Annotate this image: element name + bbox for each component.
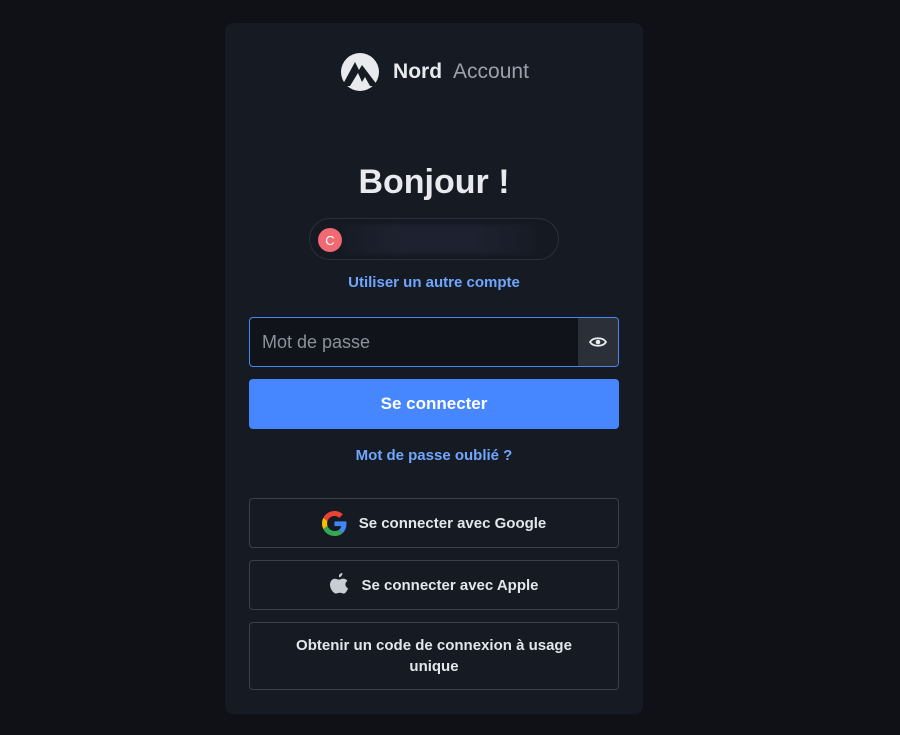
google-login-button[interactable]: Se connecter avec Google	[249, 498, 619, 548]
show-password-button[interactable]	[578, 318, 618, 366]
avatar: C	[318, 228, 342, 252]
one-time-code-button[interactable]: Obtenir un code de connexion à usage uni…	[249, 622, 619, 690]
brand-name: Nord	[393, 60, 443, 83]
switch-account-link[interactable]: Utiliser un autre compte	[225, 274, 643, 291]
brand-product: Account	[453, 60, 529, 83]
page-title: Bonjour !	[358, 163, 510, 201]
login-card: Nord Account Bonjour ! C Utiliser un aut…	[225, 23, 643, 714]
brand-logo: Nord Account	[225, 53, 643, 91]
apple-login-button[interactable]: Se connecter avec Apple	[249, 560, 619, 610]
password-input[interactable]	[250, 318, 578, 366]
one-time-code-label: Obtenir un code de connexion à usage uni…	[296, 637, 572, 675]
apple-icon	[330, 573, 349, 594]
apple-login-label: Se connecter avec Apple	[361, 576, 539, 594]
google-icon	[321, 510, 347, 536]
forgot-password-link[interactable]: Mot de passe oublié ?	[225, 447, 643, 464]
google-login-label: Se connecter avec Google	[358, 514, 547, 532]
login-button[interactable]: Se connecter	[249, 379, 619, 429]
nord-mountain-icon	[341, 53, 380, 91]
eye-icon	[589, 337, 607, 347]
password-field	[249, 317, 619, 367]
account-chip: C	[309, 218, 559, 260]
redacted-email	[344, 224, 534, 254]
